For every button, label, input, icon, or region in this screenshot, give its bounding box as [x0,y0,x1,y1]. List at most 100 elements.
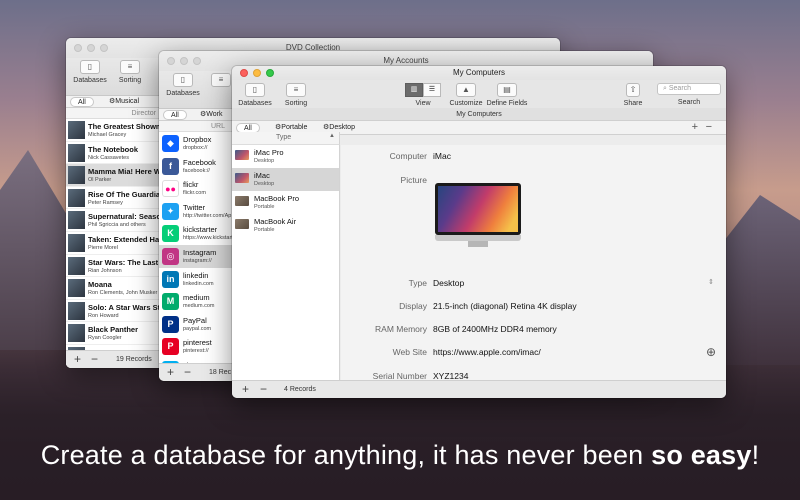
list-item[interactable]: ◎ Instagram instagram:// [159,244,233,268]
account-name: linkedin [183,270,209,280]
type-value[interactable]: Desktop [433,278,464,288]
list-item[interactable]: ✦ Twitter http://twitter.com/Ap [159,199,233,223]
zoom-icon[interactable] [193,57,201,65]
databases-button[interactable]: ▯ Databases [165,73,201,97]
list-item[interactable]: The Notebook Nick Cassavetes [66,141,166,165]
globe-icon[interactable]: ⊕ [706,345,716,359]
column-header-type[interactable]: Type ▲ [232,132,340,145]
field-type: Type Desktop ⇕ [408,278,714,288]
filter-musical[interactable]: ⚙Musical [102,97,146,107]
list-item[interactable]: Taken: Extended Hard Pierre Morel [66,231,166,255]
list-item[interactable]: Kkickstarter https://www.kickstarte [159,222,233,245]
list-item[interactable]: Moana Ron Clements, John Musker [66,277,166,300]
computer-list: iMac Pro Desktop iMac Desktop MacBook Pro Por… [232,145,340,380]
movie-title: Moana [88,280,112,290]
account-name: Instagram [183,247,217,257]
list-item[interactable]: Rise Of The Guardian Peter Ramsey [66,186,166,210]
record-count: 18 Rec [209,369,232,376]
list-item[interactable]: iMac Pro Desktop [232,145,339,168]
computers-window: My Computers ▯ Databases ≡ Sorting ▥ ☰ Vi… [232,66,726,398]
filter-all[interactable]: All [163,110,187,120]
minimize-icon[interactable] [180,57,188,65]
computers-toolbar: My Computers ▯ Databases ≡ Sorting ▥ ☰ Vi… [232,68,726,108]
zoom-icon[interactable] [100,44,108,52]
sort-icon: ≡ [211,73,231,87]
display-value[interactable]: 21.5-inch (diagonal) Retina 4K display [433,301,577,311]
sort-icon: ≡ [120,60,140,74]
movie-director: Phil Sgriccia and others [88,222,146,229]
list-item[interactable]: P PayPal paypal.com [159,312,233,336]
field-display: Display 21.5-inch (diagonal) Retina 4K d… [399,301,577,311]
computer-thumbnail [235,150,249,160]
movie-title: Star Wars: The Last Je [88,257,166,267]
search-icon: ⌕ [663,85,667,92]
movie-director: Pierre Morel [88,244,118,251]
ram-value[interactable]: 8GB of 2400MHz DDR4 memory [433,324,557,334]
list-item[interactable]: f Facebook facebook:// [159,154,233,178]
sorting-button[interactable]: ≡ [211,73,231,90]
document-icon: ▯ [80,60,100,74]
computer-value[interactable]: iMac [433,151,451,161]
sorting-button[interactable]: ≡ Sorting [114,60,146,84]
sort-icon: ≡ [286,83,306,97]
remove-button[interactable]: − [184,366,191,378]
movie-director: Ryan Coogler [88,335,122,342]
remove-button[interactable]: − [91,353,98,365]
sorting-button[interactable]: ≡ Sorting [282,83,310,107]
filter-work[interactable]: ⚙Work [193,110,230,120]
column-header-director[interactable]: Director [66,108,166,119]
movie-cover-image [68,233,85,252]
computer-type: Portable [254,227,275,233]
add-record-button[interactable]: + [242,383,249,395]
movie-director: Rian Johnson [88,267,122,274]
list-item[interactable]: ◆ Dropbox dropbox:// [159,132,233,155]
define-fields-button[interactable]: ▤ Define Fields [486,83,528,107]
list-item[interactable]: Solo: A Star Wars Stor Ron Howard [66,299,166,323]
minimize-icon[interactable] [87,44,95,52]
record-count: 4 Records [284,386,316,393]
website-value[interactable]: https://www.apple.com/imac/ [433,347,541,357]
account-url: paypal.com [183,325,212,332]
list-item[interactable]: iMac Desktop [232,168,339,191]
list-item[interactable]: MacBook Pro Portable [232,191,339,214]
account-name: Dropbox [183,135,212,144]
list-item[interactable]: Supernatural: Season Phil Sgriccia and ot… [66,209,166,232]
share-button[interactable]: ⇧ Share [620,83,646,107]
window-title: My Accounts [383,56,429,65]
list-view-icon[interactable]: ☰ [423,83,441,97]
list-item[interactable]: Star Wars: The Last Je Rian Johnson [66,254,166,278]
computer-thumbnail [235,173,249,183]
account-name: kickstarter [183,225,218,235]
list-item[interactable]: Mamma Mia! Here We Ol Parker [66,164,166,187]
list-item[interactable]: ●● flickr flickr.com [159,177,233,200]
list-item[interactable]: The Greatest Showma Michael Gracey [66,119,166,142]
list-item[interactable]: Black Panther Ryan Coogler [66,322,166,345]
customize-button[interactable]: ▲ Customize [449,83,483,107]
filter-all[interactable]: All [70,97,94,107]
list-item[interactable]: Mmedium medium.com [159,290,233,313]
column-header-url[interactable]: URL [159,121,233,132]
split-view-icon[interactable]: ▥ [405,83,423,97]
remove-record-button[interactable]: − [260,383,267,395]
close-icon[interactable] [167,57,175,65]
marketing-caption: Create a database for anything, it has n… [40,440,760,470]
popup-arrows-icon[interactable]: ⇕ [708,278,714,286]
list-item[interactable]: in linkedin linkedin.com [159,267,233,291]
close-icon[interactable] [74,44,82,52]
add-button[interactable]: + [167,366,174,378]
account-list: ◆ Dropbox dropbox:// f Facebook facebook:// ●●… [159,132,233,377]
computer-type: Desktop [254,181,275,187]
list-item[interactable]: MacBook Air Portable [232,214,339,237]
add-button[interactable]: + [74,353,81,365]
imac-picture[interactable] [435,183,521,247]
account-url: linkedin.com [183,280,214,287]
list-item[interactable]: Ppinterest pinterest:// [159,335,233,358]
databases-button[interactable]: ▯ Databases [72,60,108,84]
instagram-icon: ◎ [162,247,179,265]
remove-filter-button[interactable]: − [706,121,712,133]
databases-button[interactable]: ▯ Databases [238,83,272,107]
search-input[interactable]: ⌕ Search [657,83,721,95]
add-filter-button[interactable]: + [692,121,698,133]
view-button[interactable]: ▥ ☰ View [404,83,442,107]
movie-director: Nick Cassavetes [88,154,129,161]
